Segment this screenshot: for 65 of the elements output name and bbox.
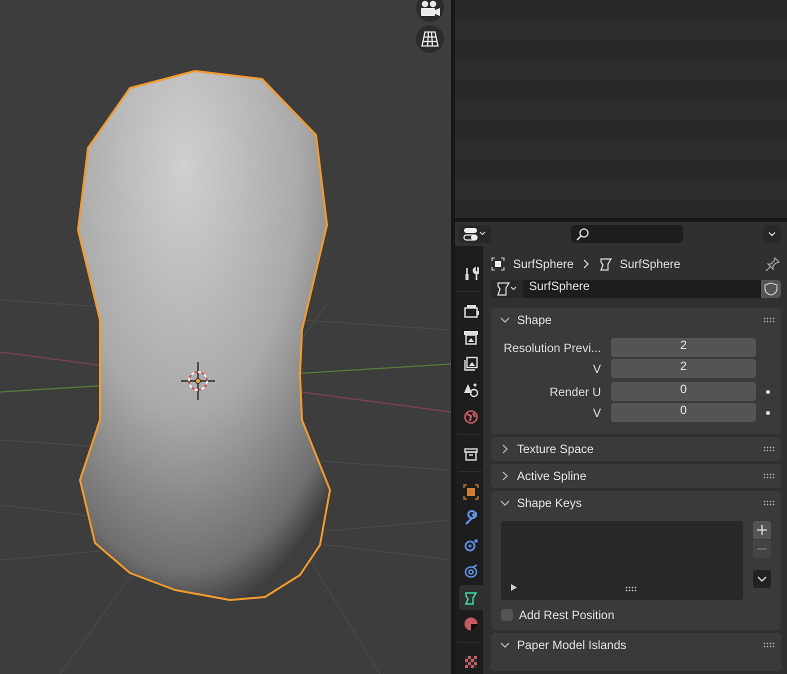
shield-icon — [764, 282, 778, 296]
caret-icon — [767, 229, 777, 239]
number-field[interactable]: 0 — [611, 382, 756, 401]
panel-title: Shape — [517, 313, 553, 327]
orbit-icon — [463, 563, 479, 580]
object-square-icon — [463, 484, 479, 500]
breadcrumb-data: SurfSphere — [620, 256, 680, 271]
object-square-icon — [491, 256, 505, 271]
panel-header[interactable]: Shape — [491, 308, 781, 332]
grid-view-button[interactable] — [416, 25, 444, 53]
field-label: Resolution Previ... — [502, 340, 602, 354]
wrench-icon — [463, 510, 479, 526]
particles-icon — [463, 536, 479, 553]
search-field[interactable] — [571, 225, 683, 243]
toggle-switches-icon — [463, 227, 487, 241]
options-dropdown-button[interactable] — [763, 225, 781, 243]
search-icon — [576, 228, 589, 240]
keyframe-dot-icon[interactable] — [766, 390, 770, 394]
checkbox[interactable] — [501, 609, 513, 621]
drag-grip-icon[interactable] — [763, 500, 775, 506]
scene-shapes-icon — [463, 382, 479, 398]
number-field[interactable]: 2 — [611, 359, 756, 378]
resize-grip-icon[interactable] — [625, 586, 637, 592]
checkbox-label: Add Rest Position — [519, 608, 614, 622]
box-icon — [463, 446, 479, 462]
surface-data-icon — [598, 256, 612, 271]
breadcrumb-object: SurfSphere — [513, 256, 574, 271]
field-label: Render U — [548, 384, 602, 398]
camera-back-icon — [463, 302, 479, 319]
fake-user-button[interactable] — [761, 280, 781, 298]
pin-icon[interactable] — [765, 256, 781, 272]
tool-wrench-icon — [463, 265, 479, 282]
surface-data-icon — [495, 282, 519, 296]
camera-view-button[interactable] — [416, 0, 444, 22]
editor-type-button[interactable] — [459, 225, 491, 243]
chevron-right-icon — [582, 258, 590, 269]
keyframe-dot-icon[interactable] — [766, 410, 770, 414]
field-label: V — [592, 362, 602, 376]
play-icon[interactable] — [511, 584, 517, 591]
panel-header[interactable]: Active Spline — [491, 464, 781, 488]
3d-cursor-icon[interactable] — [181, 362, 215, 400]
menu-button[interactable] — [753, 570, 771, 588]
properties-tab[interactable] — [459, 585, 483, 610]
panel-title: Paper Model Islands — [517, 638, 628, 652]
surface-data-icon — [463, 590, 479, 606]
drag-grip-icon[interactable] — [763, 473, 775, 479]
panel-header[interactable]: Shape Keys — [491, 491, 781, 515]
panel-title: Texture Space — [517, 442, 595, 456]
drag-grip-icon[interactable] — [763, 642, 775, 648]
panel-header[interactable]: Texture Space — [491, 437, 781, 461]
sphere-icon — [463, 616, 479, 632]
checker-icon — [463, 654, 479, 670]
panel-title: Shape Keys — [517, 496, 583, 510]
drag-grip-icon[interactable] — [763, 446, 775, 452]
add-button[interactable] — [753, 521, 771, 539]
number-field[interactable]: 2 — [611, 338, 756, 357]
globe-icon — [463, 408, 479, 425]
plus-icon — [756, 524, 768, 536]
panel-title: Active Spline — [517, 469, 588, 483]
number-field[interactable]: 0 — [611, 403, 756, 422]
drag-grip-icon[interactable] — [763, 317, 775, 323]
field-label: V — [592, 406, 602, 420]
printer-icon — [463, 329, 479, 346]
image-stack-icon — [463, 356, 479, 372]
datablock-browse-button[interactable] — [491, 280, 523, 298]
